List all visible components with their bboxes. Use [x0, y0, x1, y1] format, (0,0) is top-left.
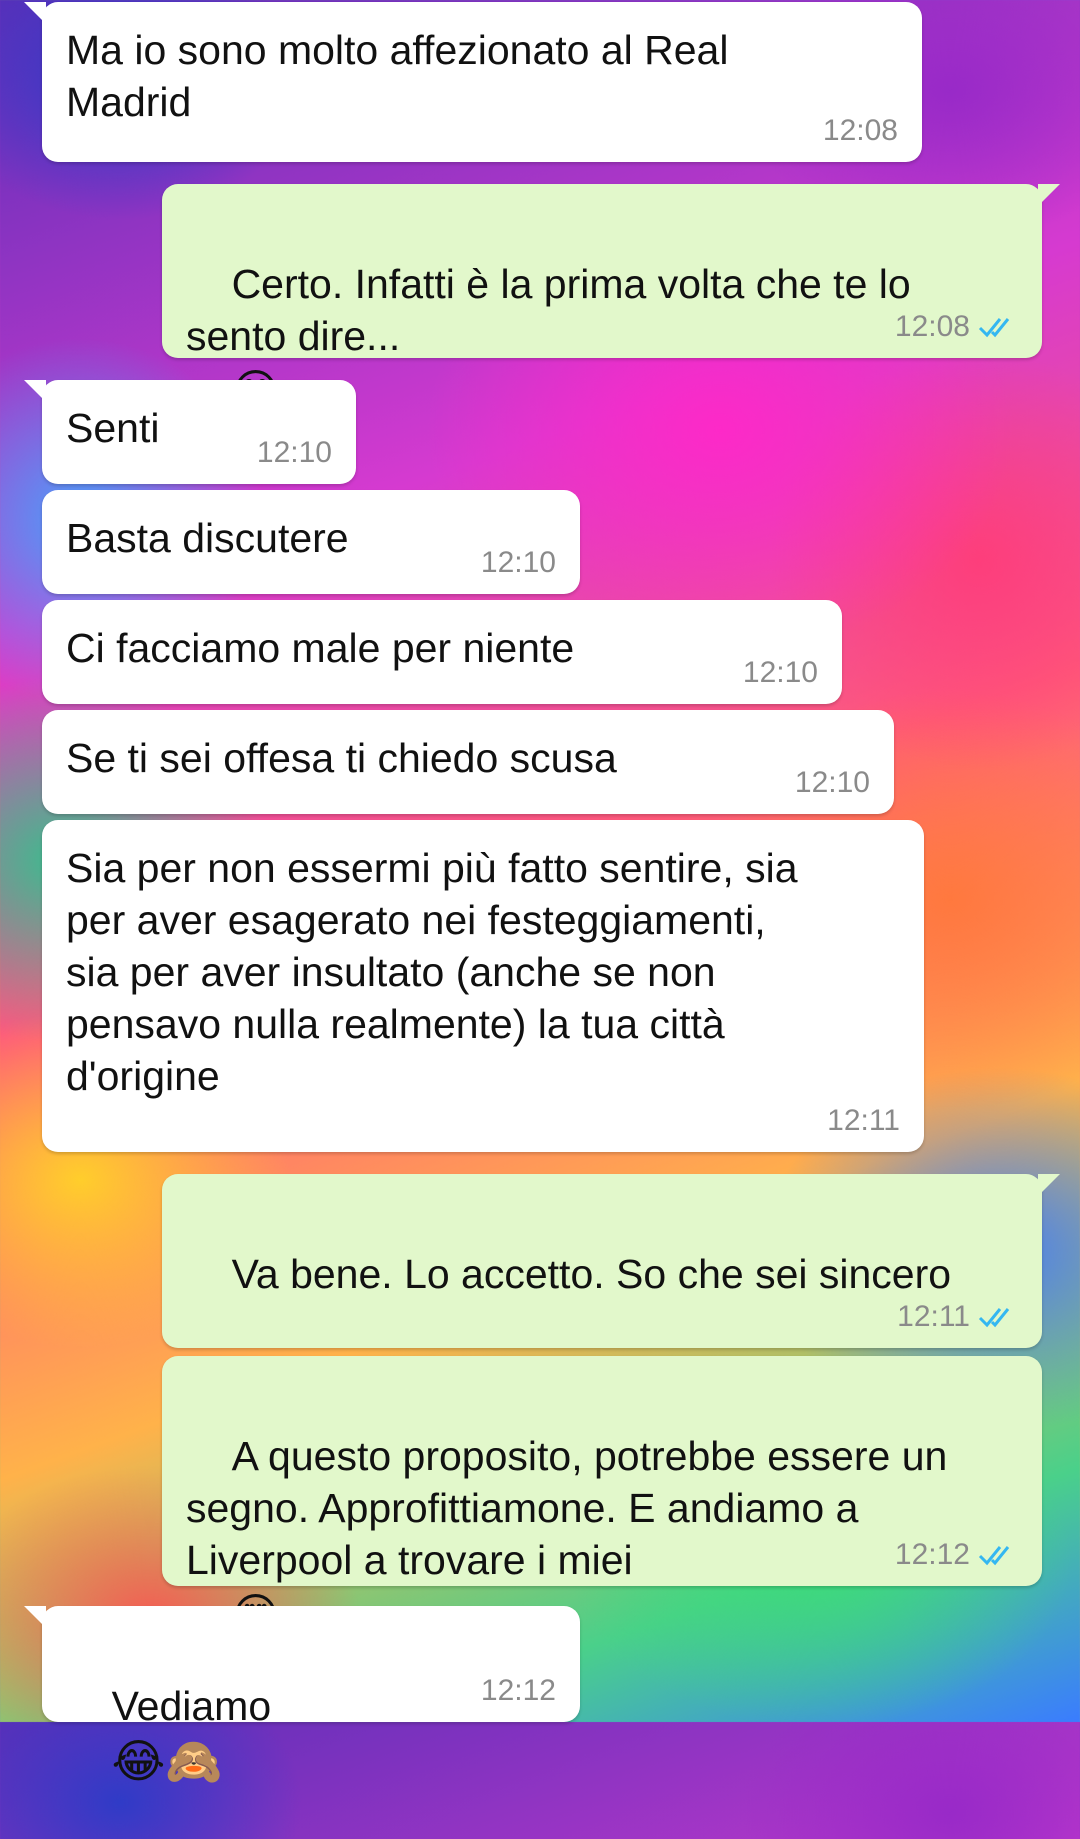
message-bubble[interactable]: Sia per non essermi più fatto sentire, s…: [42, 820, 924, 1152]
laughing-monkey-emoji-icon: 😂🙈: [111, 1734, 223, 1789]
message-time: 12:11: [827, 1104, 900, 1137]
message-text: Ci facciamo male per niente: [66, 625, 575, 671]
message-bubble[interactable]: Va bene. Lo accetto. So che sei sincero …: [162, 1174, 1060, 1407]
message-time: 12:12: [480, 1674, 556, 1707]
message-time: 12:10: [742, 656, 818, 689]
message-time: 12:10: [256, 436, 332, 469]
message-bubble[interactable]: Se ti sei offesa ti chiedo scusa 12:10: [42, 710, 894, 814]
message-time: 12:12: [894, 1538, 970, 1571]
message-time: 12:08: [894, 310, 970, 343]
message-text: Sia per non essermi più fatto sentire, s…: [66, 845, 809, 1099]
message-text: A questo proposito, potrebbe essere un s…: [186, 1433, 959, 1583]
message-time: 12:10: [794, 766, 870, 799]
message-time: 12:08: [822, 114, 898, 147]
read-ticks-icon: [978, 318, 1010, 338]
read-ticks-icon: [978, 1546, 1010, 1566]
message-time: 12:10: [480, 546, 556, 579]
message-text: Certo. Infatti è la prima volta che te l…: [186, 261, 923, 359]
message-text: Se ti sei offesa ti chiedo scusa: [66, 735, 617, 781]
message-text: Ma io sono molto affezionato al Real Mad…: [66, 27, 740, 125]
read-ticks-icon: [978, 1308, 1010, 1328]
message-bubble[interactable]: Certo. Infatti è la prima volta che te l…: [162, 184, 1060, 417]
message-bubble[interactable]: Vediamo 😂🙈 12:12: [24, 1606, 580, 1787]
message-bubble[interactable]: Ma io sono molto affezionato al Real Mad…: [24, 2, 922, 162]
message-time: 12:11: [897, 1300, 970, 1333]
message-bubble[interactable]: Ci facciamo male per niente 12:10: [42, 600, 842, 704]
message-bubble[interactable]: Senti 12:10: [24, 380, 356, 484]
message-text: Vediamo: [111, 1683, 272, 1729]
message-bubble[interactable]: Basta discutere 12:10: [42, 490, 580, 594]
message-bubble[interactable]: A questo proposito, potrebbe essere un s…: [162, 1356, 1042, 1641]
chat-background: { "messages": [ { "direction": "incoming…: [0, 0, 1080, 1787]
message-text: Va bene. Lo accetto. So che sei sincero: [231, 1251, 952, 1297]
